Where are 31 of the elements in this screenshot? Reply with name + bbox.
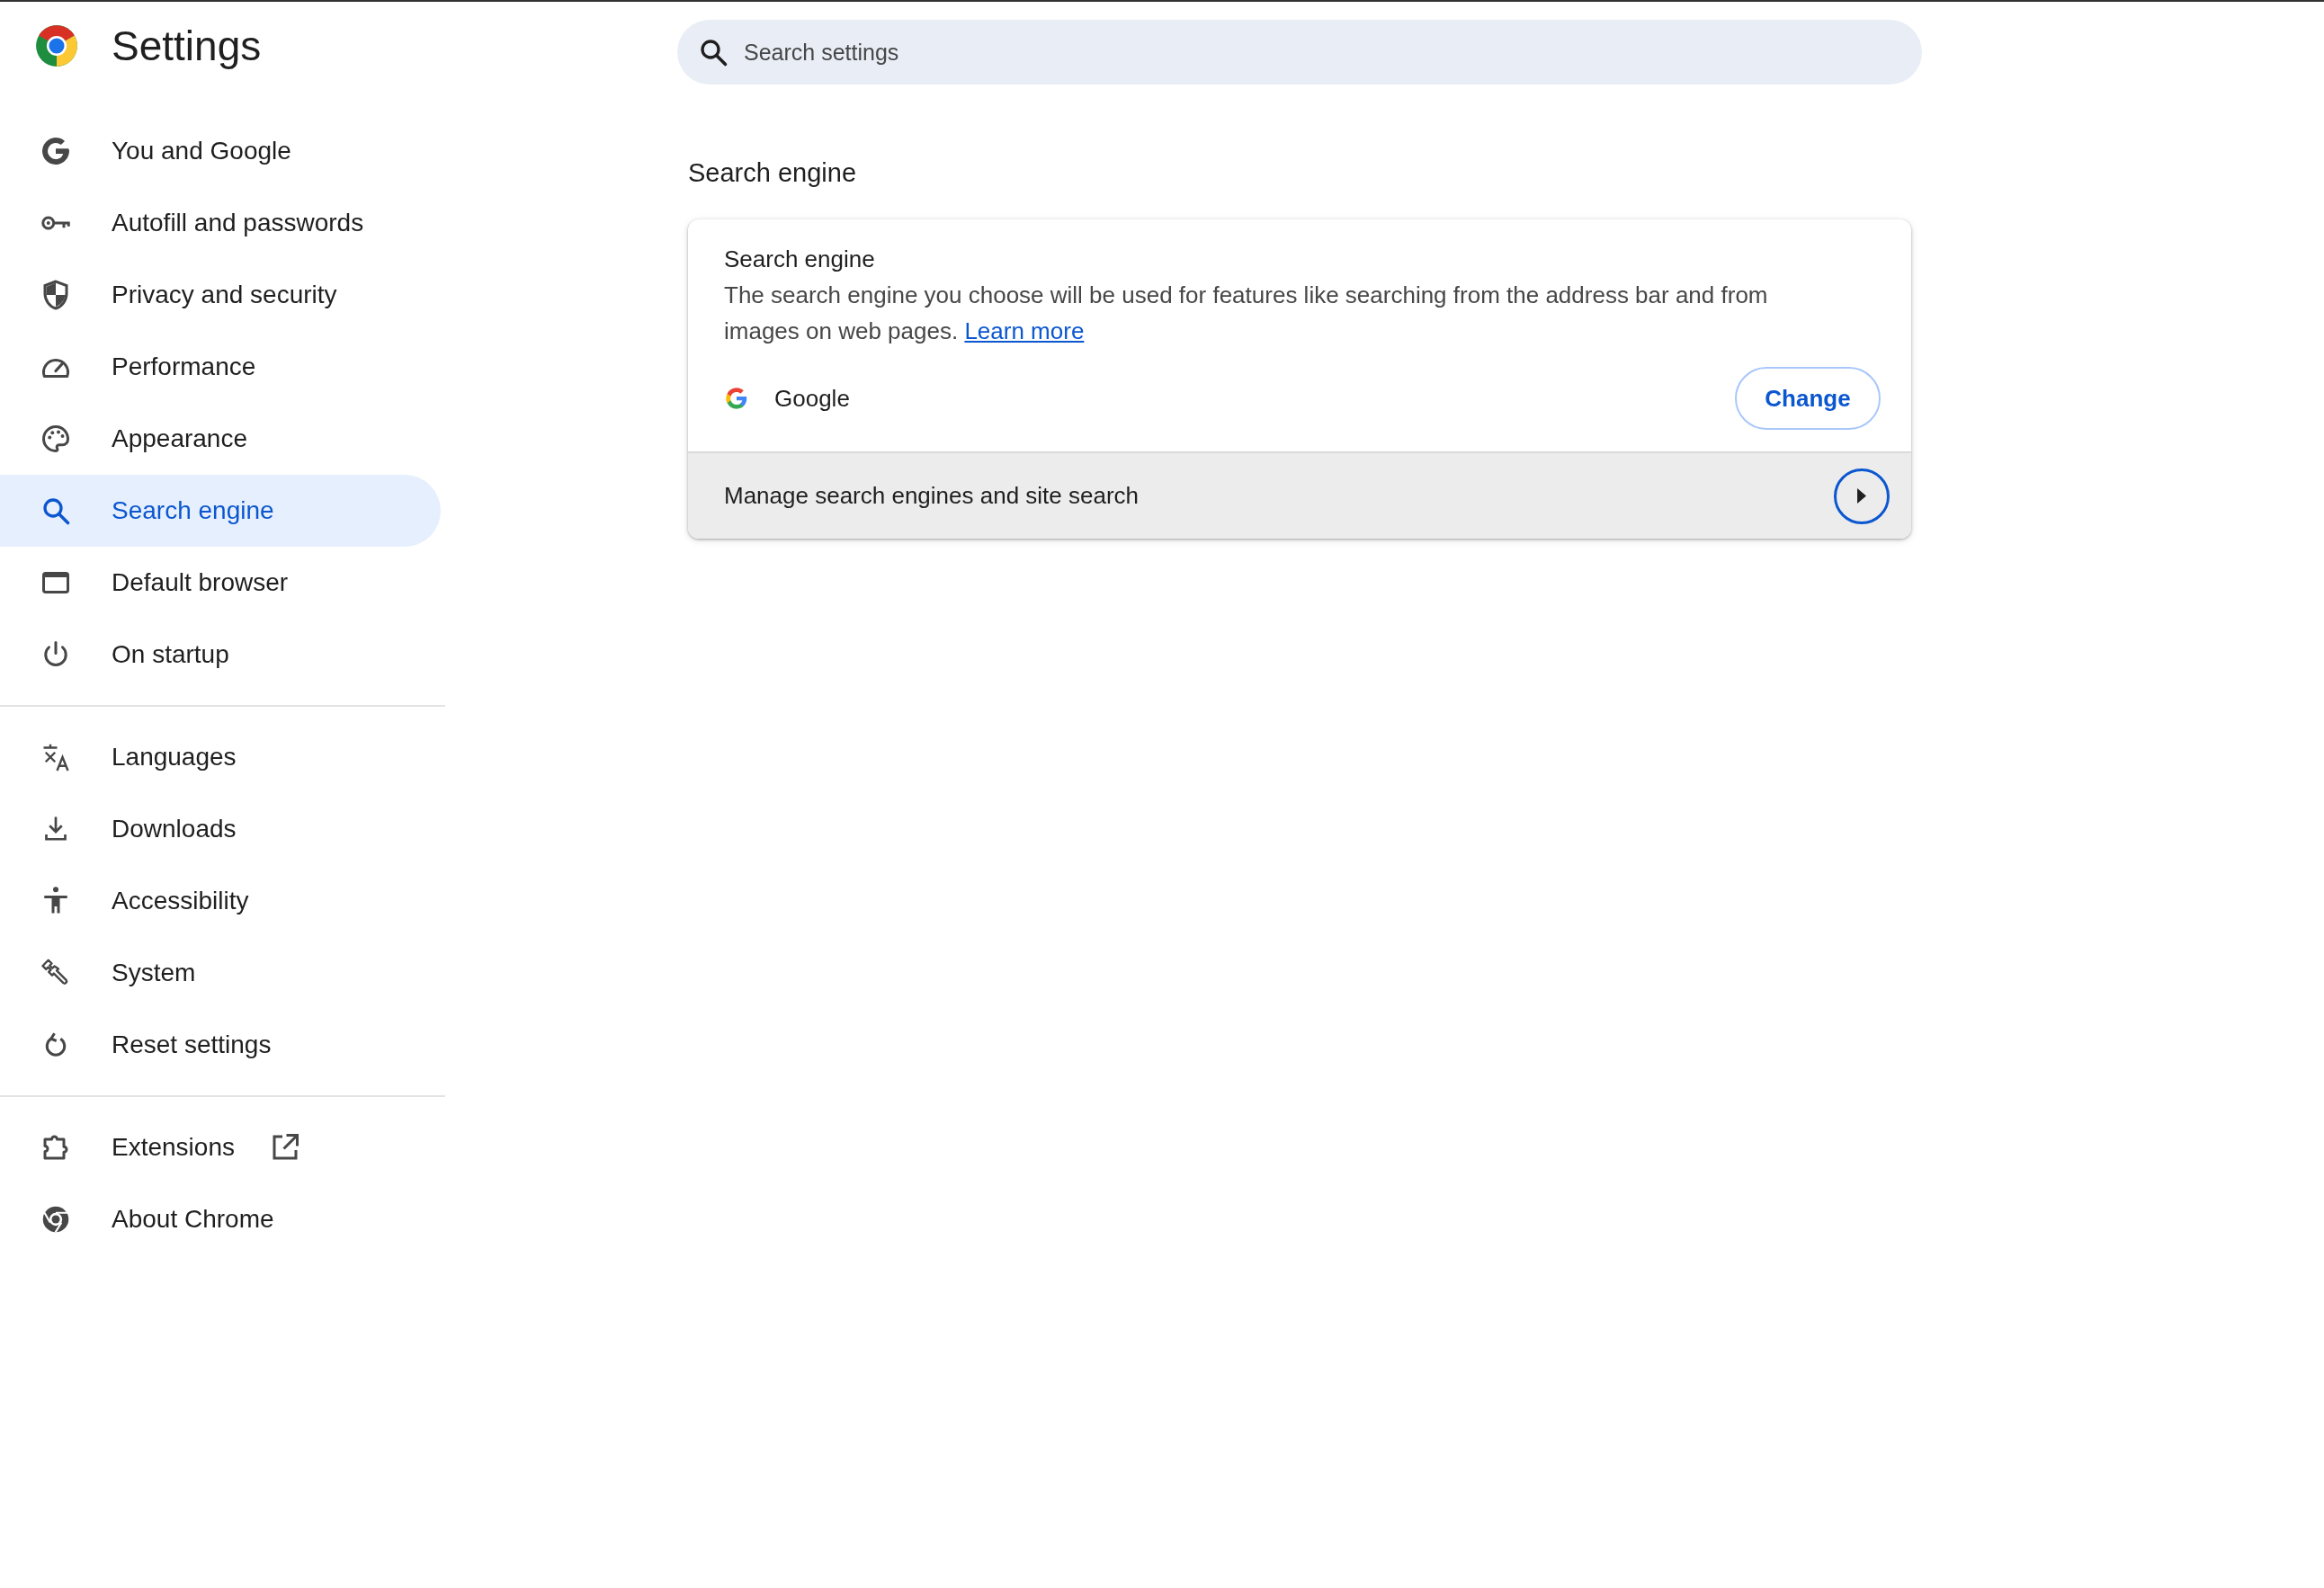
sidebar-item[interactable]: Accessibility: [0, 865, 441, 937]
engine-name: Google: [774, 384, 851, 413]
sidebar-item[interactable]: Extensions: [0, 1111, 441, 1183]
manage-row-label: Manage search engines and site search: [724, 482, 1140, 510]
g-letter-icon: [40, 135, 72, 167]
sidebar-item[interactable]: On startup: [0, 619, 441, 691]
google-g-icon: [724, 386, 749, 411]
card-title: Search engine: [724, 245, 876, 274]
sidebar-item[interactable]: Reset settings: [0, 1009, 441, 1081]
sidebar-item[interactable]: Autofill and passwords: [0, 187, 441, 259]
sidebar-item[interactable]: Appearance: [0, 403, 441, 475]
learn-more-link[interactable]: Learn more: [964, 317, 1085, 344]
search-field[interactable]: Search settings: [677, 20, 1922, 85]
sidebar-item[interactable]: Search engine: [0, 475, 441, 547]
arrow-button[interactable]: [1834, 468, 1890, 524]
app-title: Settings: [112, 22, 262, 70]
card-description: The search engine you choose will be used for features like searching from the address bar and from images on web pages. Learn more: [724, 281, 1769, 346]
palette-icon: [40, 423, 72, 455]
sidebar-item[interactable]: Languages: [0, 721, 441, 793]
sidebar-item[interactable]: Privacy and security: [0, 259, 441, 331]
manage-row[interactable]: Manage search engines and site search: [688, 451, 1911, 539]
sidebar-item[interactable]: Downloads: [0, 793, 441, 865]
sidebar-item[interactable]: You and Google: [0, 115, 441, 187]
sidebar-item[interactable]: System: [0, 937, 441, 1009]
triangle-right-icon: [1857, 488, 1866, 504]
section-title: Search engine: [688, 157, 858, 189]
chrome-logo-icon: [34, 23, 79, 68]
change-button[interactable]: Change: [1735, 367, 1881, 430]
sidebar-item[interactable]: About Chrome: [0, 1183, 441, 1255]
sidebar-item[interactable]: Performance: [0, 331, 441, 403]
sidebar-item[interactable]: Default browser: [0, 547, 441, 619]
